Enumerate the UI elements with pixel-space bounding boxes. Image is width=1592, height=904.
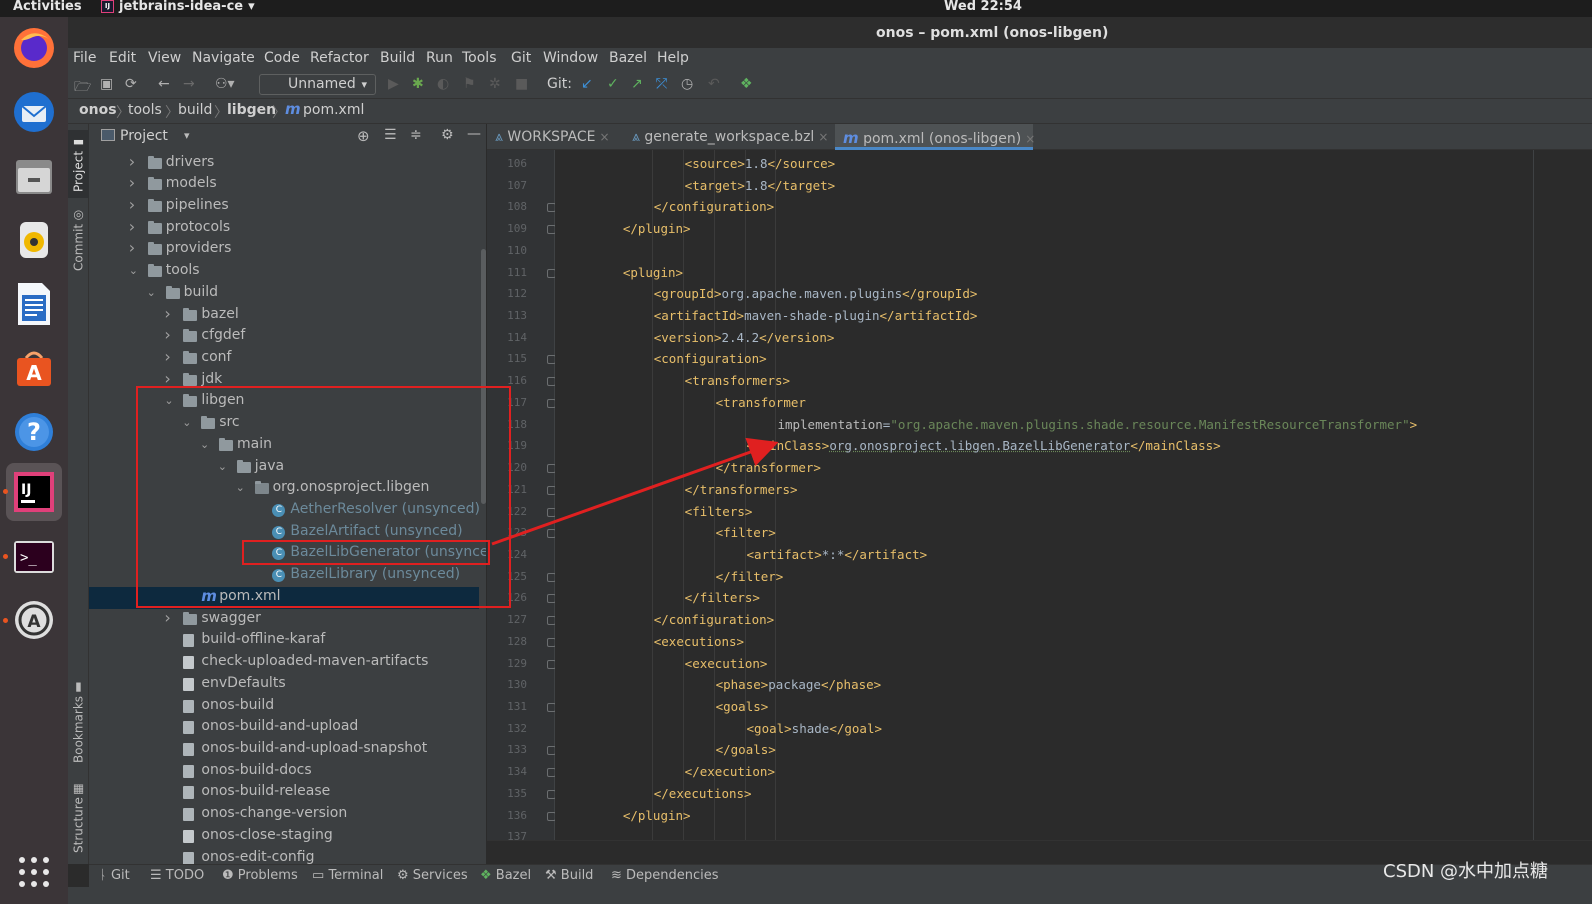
annotation-arrow: [491, 437, 779, 546]
